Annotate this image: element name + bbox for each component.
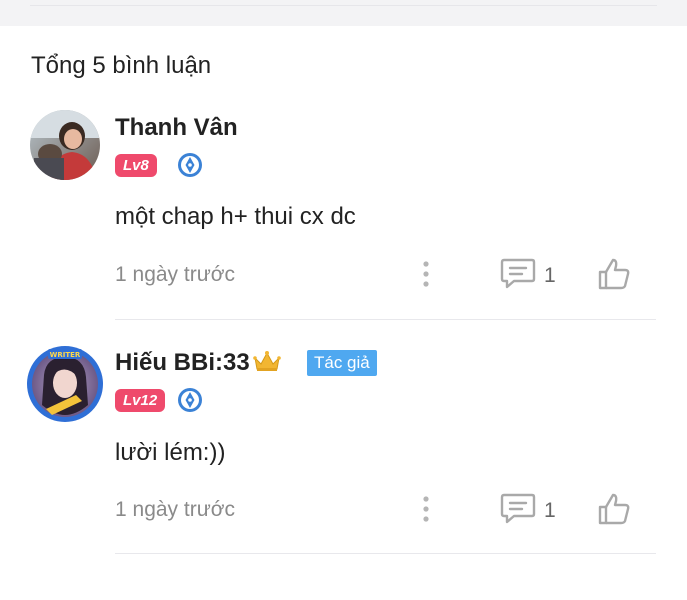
comment-icon[interactable] [500,257,536,289]
author-name-text: Hiếu BBi:33 [115,349,250,376]
top-divider [30,5,657,6]
avatar-frame-label: WRITER [50,351,81,359]
more-vertical-icon[interactable] [420,260,432,288]
thumbs-up-icon[interactable] [596,491,632,527]
comment-time: 1 ngày trước [115,498,236,521]
reply-count: 1 [544,499,556,522]
author-name[interactable]: Thanh Vân [115,114,238,142]
comments-total: Tổng 5 bình luận [31,52,212,79]
comment-divider [115,553,656,554]
crown-icon [252,350,282,379]
thumbs-up-icon[interactable] [596,256,632,292]
level-badge: Lv8 [115,154,157,177]
comment-text: lười lém:)) [115,439,226,466]
comment-text: một chap h+ thui cx dc [115,203,356,230]
pen-badge-icon [177,152,203,178]
reply-count: 1 [544,264,556,287]
comment-divider [115,319,656,320]
pen-badge-icon [177,387,203,413]
avatar-photo [30,110,100,180]
avatar[interactable]: WRITER [26,345,104,423]
avatar[interactable] [30,110,100,180]
more-vertical-icon[interactable] [420,495,432,523]
level-badge: Lv12 [115,389,166,412]
author-badge: Tác giả [307,350,377,376]
avatar-photo: WRITER [27,346,103,422]
comment-icon[interactable] [500,492,536,524]
comment-time: 1 ngày trước [115,263,236,286]
top-strip [0,0,687,26]
author-name[interactable]: Hiếu BBi:33 [115,349,282,379]
